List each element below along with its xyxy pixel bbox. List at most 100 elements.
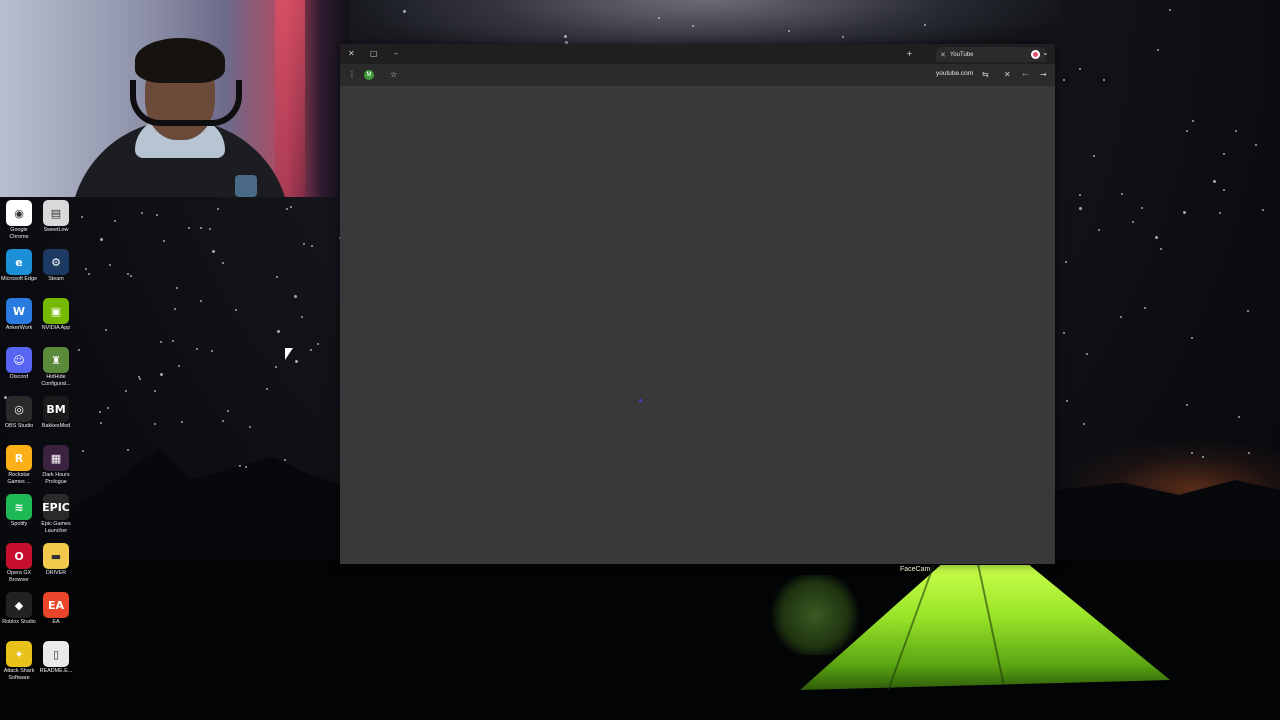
browser-window[interactable]: ✕ ▢ – + ✕ YouTube ⌄ ⋮ M ☆ youtube.com ⇆ … — [340, 44, 1055, 564]
bookmark-star-icon[interactable]: ☆ — [390, 70, 397, 80]
star — [1191, 337, 1193, 339]
youtube-favicon-icon — [1031, 50, 1040, 59]
desktop-icon-label: Rockstar Games ... — [7, 472, 31, 485]
star — [212, 250, 215, 253]
desktop-icon-label: Dark Hours Prologue — [42, 472, 70, 485]
star — [141, 212, 143, 214]
desktop-icon-label: Roblox Studio — [2, 619, 36, 625]
star — [1098, 229, 1100, 231]
star — [290, 206, 292, 208]
desktop-icon-ea[interactable]: EA EA — [37, 592, 75, 626]
star — [160, 341, 162, 343]
star — [1065, 261, 1067, 263]
address-bar[interactable]: ⋮ M ☆ youtube.com ⇆ ✕ ← → — [340, 64, 1055, 86]
star — [275, 366, 277, 368]
star — [235, 309, 237, 311]
star — [154, 390, 156, 392]
star — [284, 459, 286, 461]
desktop-icon-sweetlow[interactable]: ▤ SweetLow — [37, 200, 75, 234]
star — [81, 216, 83, 218]
desktop-icon-label: Google Chrome — [9, 227, 29, 240]
stop-button[interactable]: ✕ — [1004, 70, 1011, 80]
star — [160, 373, 163, 376]
site-settings-icon[interactable]: ⇆ — [982, 70, 989, 80]
window-close-button[interactable]: ✕ — [348, 49, 355, 59]
hidhide-icon: ♜ — [43, 347, 69, 373]
star — [1120, 316, 1122, 318]
desktop-icon-file[interactable]: ▯ README.E... — [37, 641, 75, 675]
desktop-icon-obs[interactable]: ◎ OBS Studio — [0, 396, 38, 430]
desktop-icon-attackshark[interactable]: ✦ Attack Shark Software — [0, 641, 38, 682]
star — [1192, 120, 1194, 122]
desktop-icon-steam[interactable]: ⚙ Steam — [37, 249, 75, 283]
desktop-icon-nvidia[interactable]: ▣ NVIDIA App — [37, 298, 75, 332]
star — [78, 349, 80, 351]
tab-youtube[interactable]: ✕ YouTube — [936, 47, 1046, 62]
star — [924, 24, 926, 26]
title-bar[interactable]: ✕ ▢ – + ✕ YouTube ⌄ — [340, 44, 1055, 64]
star — [209, 228, 211, 230]
roblox-icon: ◆ — [6, 592, 32, 618]
star — [1247, 310, 1249, 312]
star — [200, 300, 202, 302]
webcam-overlay — [0, 0, 349, 197]
star — [227, 410, 229, 412]
star — [88, 273, 90, 275]
bush — [770, 575, 860, 655]
desktop-icon-bakkesmod[interactable]: BM BakkesMod — [37, 396, 75, 430]
url-text[interactable]: youtube.com — [936, 70, 973, 77]
desktop-icon-folder[interactable]: ▬ DRIVER — [37, 543, 75, 577]
edge-icon: e — [6, 249, 32, 275]
discord-icon: ☺ — [6, 347, 32, 373]
window-minimize-button[interactable]: – — [394, 49, 398, 59]
menu-dots-icon[interactable]: ⋮ — [348, 70, 356, 80]
desktop-icon-chrome[interactable]: ◉ Google Chrome — [0, 200, 38, 241]
desktop-icon-edge[interactable]: e Microsoft Edge — [0, 249, 38, 283]
star — [163, 240, 165, 242]
desktop-icon-discord[interactable]: ☺ Discord — [0, 347, 38, 381]
star — [138, 376, 140, 378]
tab-list-button[interactable]: ⌄ — [1042, 48, 1049, 58]
star — [1079, 194, 1081, 196]
star — [176, 287, 178, 289]
star — [1169, 9, 1171, 11]
new-tab-button[interactable]: + — [906, 49, 913, 59]
desktop-icon-label: Epic Games Launcher — [41, 521, 71, 534]
desktop-icon-ankerwork[interactable]: W AnkerWork — [0, 298, 38, 332]
star — [100, 422, 102, 424]
desktop-icon-rockstar[interactable]: R Rockstar Games ... — [0, 445, 38, 486]
window-maximize-button[interactable]: ▢ — [370, 49, 378, 59]
desktop-icon-operagx[interactable]: O Opera GX Browser — [0, 543, 38, 584]
profile-avatar[interactable]: M — [364, 70, 374, 80]
forward-button[interactable]: → — [1040, 70, 1047, 80]
desktop-icon-roblox[interactable]: ◆ Roblox Studio — [0, 592, 38, 626]
red-light — [275, 0, 305, 197]
back-button[interactable]: ← — [1022, 70, 1029, 80]
star — [842, 36, 844, 38]
star — [1160, 248, 1162, 250]
star — [107, 407, 109, 409]
operagx-icon: O — [6, 543, 32, 569]
desktop-icon-label: Spotify — [10, 521, 28, 527]
star — [1186, 404, 1188, 406]
desktop-icon-label: Attack Shark Software — [3, 668, 35, 681]
tab-close-button[interactable]: ✕ — [940, 51, 946, 59]
star — [286, 208, 288, 210]
sweetlow-icon: ▤ — [43, 200, 69, 226]
desktop-icon-spotify[interactable]: ≋ Spotify — [0, 494, 38, 528]
desktop-icon-label: EA — [52, 619, 60, 625]
chrome-icon: ◉ — [6, 200, 32, 226]
star — [1079, 207, 1082, 210]
desktop-icon-epic[interactable]: EPIC Epic Games Launcher — [37, 494, 75, 535]
streamer-hair — [135, 38, 225, 83]
desktop-icon-hidhide[interactable]: ♜ HidHide Configurat... — [37, 347, 75, 388]
star — [130, 275, 132, 277]
star — [217, 208, 219, 210]
star — [311, 245, 313, 247]
star — [788, 30, 790, 32]
star — [1093, 155, 1095, 157]
page-content[interactable] — [340, 86, 1055, 564]
desktop-icon-darkhours[interactable]: ▦ Dark Hours Prologue — [37, 445, 75, 486]
star — [1219, 212, 1221, 214]
attackshark-icon: ✦ — [6, 641, 32, 667]
